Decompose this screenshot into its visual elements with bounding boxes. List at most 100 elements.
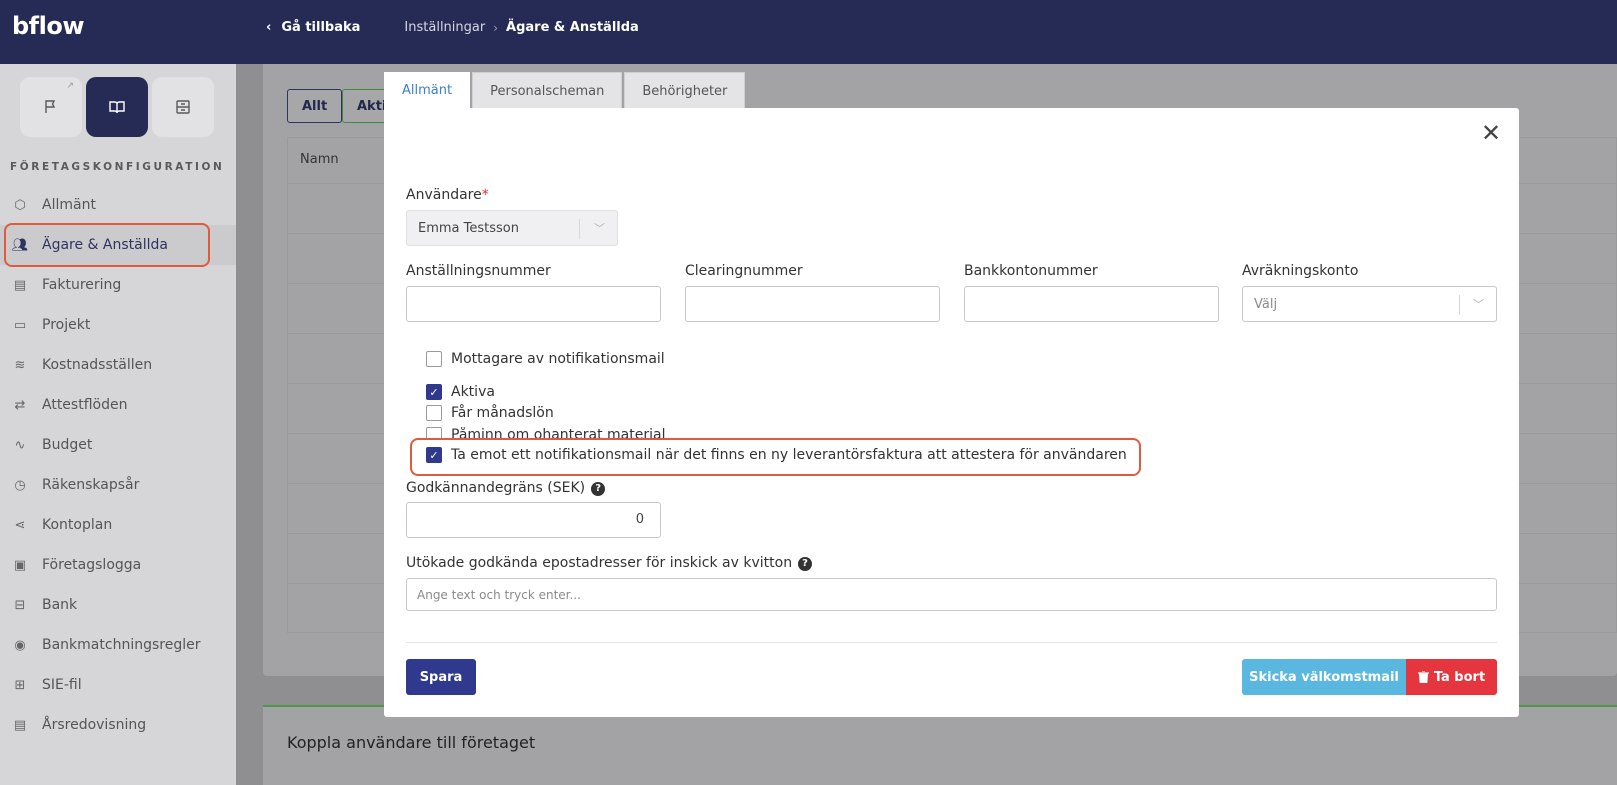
help-icon[interactable]: ? [591,481,606,496]
required-mark: * [481,187,489,203]
trash-icon [1417,671,1429,683]
document-icon: ▤ [13,717,27,733]
arrows-icon: ⇄ [14,397,26,413]
user-label: Användare* [406,187,489,203]
tab-personalscheman[interactable]: Personalscheman [472,72,623,109]
breadcrumb-parent[interactable]: Inställningar [404,20,485,35]
share-icon: ⋖ [14,517,26,533]
tab-behorigheter[interactable]: Behörigheter [624,72,746,109]
approval-limit-label-text: Godkännandegräns (SEK) [406,480,586,496]
breadcrumb-current: Ägare & Anställda [506,20,639,35]
checkbox-notification-recipient[interactable]: Mottagare av notifikationsmail [426,351,665,367]
sidebar-item-budget[interactable]: ∿ Budget [0,425,236,465]
image-icon: ▣ [13,557,27,573]
help-icon[interactable]: ? [798,556,813,571]
flag-icon [45,100,56,113]
sidebar-item-label: Kostnadsställen [42,357,153,373]
app-logo[interactable]: bflow [12,12,85,40]
sidebar-item-label: Projekt [42,317,91,333]
sidebar-item-arsredovisning[interactable]: ▤ Årsredovisning [0,705,236,745]
cube-icon: ⬡ [14,197,26,213]
user-select[interactable]: Emma Testsson ﹀ [406,210,618,246]
chevron-down-icon: ﹀ [594,222,605,235]
user-select-value: Emma Testsson [418,220,519,236]
book-icon [109,101,125,114]
highlight-annotation-nav [4,223,210,267]
archive-icon [176,100,190,114]
sidebar-item-bank[interactable]: ⊟ Bank [0,585,236,625]
delete-button-label: Ta bort [1433,669,1486,685]
sidebar-item-label: Räkenskapsår [42,477,140,493]
employee-modal [384,108,1519,717]
checkbox-label: Får månadslön [451,405,554,421]
sidebar-item-allmant[interactable]: ⬡ Allmänt [0,185,236,225]
chevron-left-icon: ‹ [266,20,272,35]
database-icon: ⊟ [14,597,26,613]
receipt-emails-label: Utökade godkända epostadresser för inski… [406,555,813,571]
approval-limit-input[interactable]: 0 [406,502,661,538]
breadcrumb-separator: › [493,20,499,35]
top-bar: bflow ‹ Gå tillbaka Inställningar › Ägar… [0,0,1617,64]
send-welcome-mail-button[interactable]: Skicka välkomstmail [1242,659,1406,695]
sidebar-item-label: Allmänt [42,197,96,213]
employment-number-input[interactable] [406,286,661,322]
bank-account-input[interactable] [964,286,1219,322]
checkbox-label: Aktiva [451,384,495,400]
activity-icon: ∿ [14,437,26,453]
checkbox[interactable] [426,405,442,421]
select-divider [579,219,580,239]
sidebar-item-label: Bankmatchningsregler [42,637,201,653]
document-icon: ▤ [13,277,27,293]
connect-users-title: Koppla användare till företaget [287,733,536,752]
approval-limit-label: Godkännandegräns (SEK)? [406,480,606,496]
bank-account-label: Bankkontonummer [964,263,1098,279]
settlement-account-select[interactable]: Välj ﹀ [1242,286,1497,322]
sidebar-item-rakenskapsar[interactable]: ◷ Räkenskapsår [0,465,236,505]
breadcrumb: ‹ Gå tillbaka Inställningar › Ägare & An… [266,20,639,35]
select-divider [1459,295,1460,315]
mode-tabs: ↗ [20,77,214,137]
layers-icon: ≋ [14,357,26,373]
checkbox-monthly-salary[interactable]: Får månadslön [426,405,554,421]
table-header-name: Namn [300,152,339,167]
save-button[interactable]: Spara [406,659,476,695]
sidebar-item-label: Bank [42,597,78,613]
settlement-account-placeholder: Välj [1254,296,1278,312]
sidebar-item-attestfloden[interactable]: ⇄ Attestflöden [0,385,236,425]
sidebar-item-label: Företagslogga [42,557,142,573]
back-link[interactable]: ‹ Gå tillbaka [266,20,360,35]
modal-footer-divider [406,642,1497,643]
external-link-icon: ↗ [66,81,74,91]
checkbox-active[interactable]: ✓ Aktiva [426,384,495,400]
mode-tab-archive[interactable] [152,77,214,137]
sidebar-nav: ⬡ Allmänt 👥︎ Ägare & Anställda ▤ Fakturerin… [0,185,236,745]
chevron-down-icon: ﹀ [1473,298,1484,311]
user-label-text: Användare [406,187,482,203]
filter-all-button[interactable]: Allt [287,89,343,123]
checkbox-checked[interactable]: ✓ [426,384,442,400]
close-icon[interactable]: ✕ [1481,121,1501,145]
delete-button[interactable]: Ta bort [1406,659,1497,695]
clock-icon: ◷ [14,477,26,493]
checkbox-label: Mottagare av notifikationsmail [451,351,665,367]
checkbox[interactable] [426,351,442,367]
mode-tab-flag[interactable]: ↗ [20,77,82,137]
sidebar-item-bankmatchningsregler[interactable]: ◉ Bankmatchningsregler [0,625,236,665]
clearing-input[interactable] [685,286,940,322]
sidebar-item-foretagslogga[interactable]: ▣ Företagslogga [0,545,236,585]
receipt-emails-label-text: Utökade godkända epostadresser för inski… [406,555,793,571]
sidebar-section-title: FÖRETAGSKONFIGURATION [10,161,225,173]
sidebar-item-fakturering[interactable]: ▤ Fakturering [0,265,236,305]
file-plus-icon: ⊞ [14,677,26,693]
folder-icon: ▭ [13,317,27,333]
sidebar-item-projekt[interactable]: ▭ Projekt [0,305,236,345]
eye-icon: ◉ [14,637,26,653]
sidebar-item-sie-fil[interactable]: ⊞ SIE-fil [0,665,236,705]
sidebar-item-label: Attestflöden [42,397,128,413]
sidebar-item-kostnadsstallen[interactable]: ≋ Kostnadsställen [0,345,236,385]
settlement-account-label: Avräkningskonto [1242,263,1359,279]
mode-tab-book[interactable] [86,77,148,137]
highlight-annotation-checkbox [410,438,1141,476]
sidebar-item-kontoplan[interactable]: ⋖ Kontoplan [0,505,236,545]
receipt-emails-input[interactable]: Ange text och tryck enter... [406,578,1497,611]
